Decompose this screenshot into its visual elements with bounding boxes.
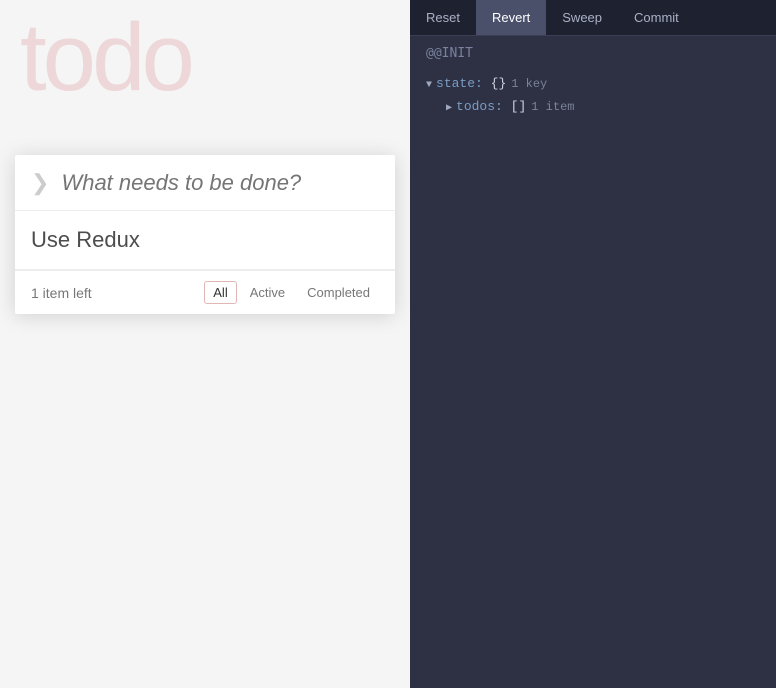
todos-row: todos: [] 1 item [446, 96, 760, 119]
items-left-count: 1 item left [31, 285, 204, 301]
todos-key: todos: [456, 97, 503, 118]
reset-button[interactable]: Reset [410, 0, 476, 35]
section-title: @@INIT [410, 36, 776, 69]
todo-list: Use Redux [15, 211, 395, 270]
filter-completed-button[interactable]: Completed [298, 281, 379, 304]
todo-card: ❯ Use Redux 1 item left All Active Compl… [15, 155, 395, 314]
todo-input-row: ❯ [15, 155, 395, 211]
app-title: todo [20, 10, 191, 106]
sweep-button[interactable]: Sweep [546, 0, 618, 35]
state-children: todos: [] 1 item [426, 96, 760, 119]
state-tree: state: {} 1 key todos: [] 1 item [410, 69, 776, 123]
filter-active-button[interactable]: Active [241, 281, 294, 304]
todo-app-panel: todo ❯ Use Redux 1 item left All Active … [0, 0, 410, 688]
todos-toggle-icon[interactable] [446, 101, 452, 117]
state-toggle-icon[interactable] [426, 78, 432, 94]
state-root-row: state: {} 1 key [426, 73, 760, 96]
todo-item-text: Use Redux [31, 227, 140, 253]
todos-bracket [503, 97, 511, 118]
todo-footer: 1 item left All Active Completed [15, 270, 395, 314]
commit-button[interactable]: Commit [618, 0, 695, 35]
list-item: Use Redux [15, 211, 395, 270]
toggle-all-icon[interactable]: ❯ [31, 170, 49, 196]
devtools-panel: Reset Revert Sweep Commit @@INIT state: … [410, 0, 776, 688]
todos-meta: 1 item [531, 98, 574, 117]
todos-bracket-open: [] [511, 97, 527, 118]
todo-input[interactable] [61, 170, 379, 196]
state-meta: 1 key [511, 75, 547, 94]
state-bracket-open: {} [491, 74, 507, 95]
devtools-toolbar: Reset Revert Sweep Commit [410, 0, 776, 36]
revert-button[interactable]: Revert [476, 0, 546, 35]
state-key: state: [436, 74, 483, 95]
filter-all-button[interactable]: All [204, 281, 236, 304]
state-bracket [483, 74, 491, 95]
filter-buttons: All Active Completed [204, 281, 379, 304]
